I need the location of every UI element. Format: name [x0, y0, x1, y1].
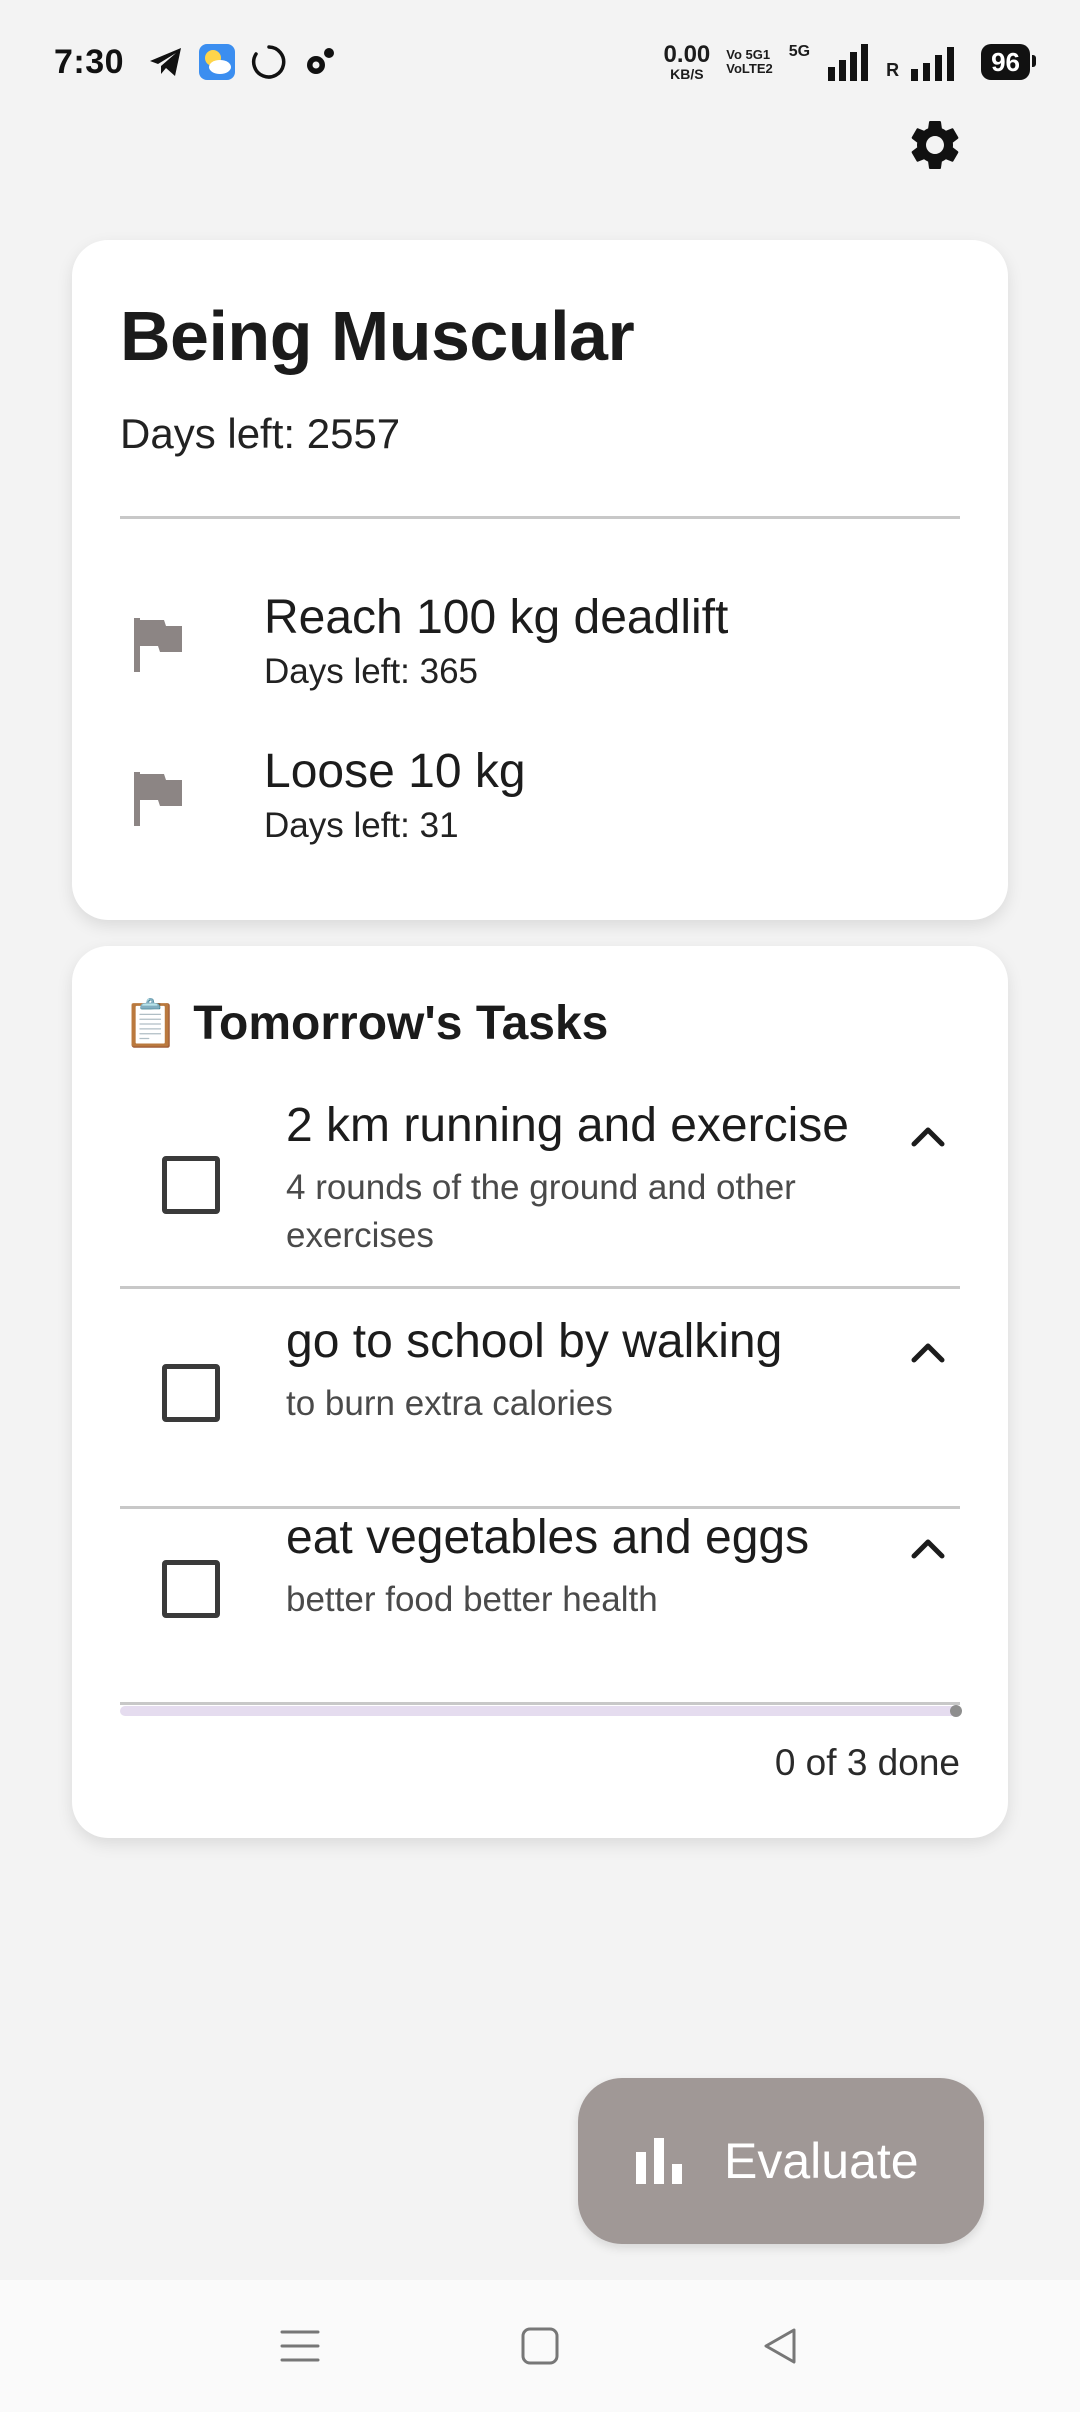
bar-chart-icon: [636, 2138, 682, 2184]
milestone-title: Reach 100 kg deadlift: [264, 591, 729, 644]
menu-icon: [280, 2330, 320, 2362]
tasks-title: Tomorrow's Tasks: [193, 997, 609, 1050]
status-right: 0.00 KB/S Vo 5G1 VoLTE2 5G R 96: [663, 41, 1036, 82]
milestone-days-left: Days left: 365: [264, 652, 478, 691]
sim1-network-label: 5G: [788, 43, 811, 60]
weather-icon: [199, 44, 236, 80]
tasks-progress-bar: [120, 1705, 962, 1717]
task-checkbox[interactable]: [162, 1364, 220, 1422]
divider: [120, 1506, 960, 1509]
back-triangle-icon: [764, 2328, 796, 2364]
milestone-days-left: Days left: 31: [264, 806, 459, 845]
task-checkbox[interactable]: [162, 1156, 220, 1214]
net-speed: 0.00 KB/S: [663, 41, 711, 82]
task-item[interactable]: go to school by walking to burn extra ca…: [120, 1314, 960, 1509]
chevron-up-icon[interactable]: [906, 1114, 950, 1158]
task-description: to burn extra calories: [286, 1384, 613, 1423]
signal-icon: [911, 47, 955, 81]
goal-days-left: Days left: 2557: [120, 410, 401, 457]
gear-icon: [911, 120, 959, 169]
task-title: go to school by walking: [286, 1315, 783, 1368]
chevron-up-icon[interactable]: [906, 1330, 950, 1374]
task-title: 2 km running and exercise: [286, 1099, 849, 1152]
task-item[interactable]: eat vegetables and eggs better food bett…: [120, 1510, 960, 1705]
telegram-icon: [150, 48, 182, 76]
volte-indicator: Vo 5G1 VoLTE2: [726, 48, 772, 75]
goal-title: Being Muscular: [120, 297, 635, 375]
divider: [120, 1702, 960, 1705]
task-item[interactable]: 2 km running and exercise 4 rounds of th…: [120, 1098, 960, 1289]
milestone-item[interactable]: Loose 10 kg Days left: 31: [120, 744, 960, 864]
roaming-label: R: [886, 60, 900, 80]
progress-end-dot: [950, 1705, 962, 1717]
settings-button[interactable]: [902, 112, 968, 178]
volte-top: Vo 5G1: [726, 47, 771, 63]
back-button[interactable]: [750, 2316, 810, 2376]
home-square-icon: [521, 2327, 559, 2365]
signal-icon: [828, 44, 869, 81]
flag-icon: [134, 618, 182, 672]
clipboard-icon: 📋: [122, 997, 180, 1049]
task-description: better food better health: [286, 1580, 658, 1619]
divider: [120, 1286, 960, 1289]
flag-icon: [134, 772, 182, 826]
chevron-up-icon[interactable]: [906, 1526, 950, 1570]
loading-ring-icon: [252, 45, 286, 79]
battery-indicator: 96: [981, 44, 1036, 80]
net-speed-unit: KB/S: [670, 66, 704, 82]
recents-button[interactable]: [270, 2316, 330, 2376]
net-speed-value: 0.00: [663, 41, 711, 68]
home-button[interactable]: [510, 2316, 570, 2376]
system-nav-bar: [0, 2280, 1080, 2412]
milestone-item[interactable]: Reach 100 kg deadlift Days left: 365: [120, 590, 960, 710]
evaluate-label: Evaluate: [724, 2133, 919, 2189]
tasks-header: 📋 Tomorrow's Tasks: [122, 996, 608, 1051]
notification-icons: [148, 43, 336, 81]
goal-card[interactable]: Being Muscular Days left: 2557 Reach 100…: [72, 240, 1008, 920]
tasks-card: 📋 Tomorrow's Tasks 2 km running and exer…: [72, 946, 1008, 1838]
task-checkbox[interactable]: [162, 1560, 220, 1618]
volte-bottom: VoLTE2: [726, 61, 773, 76]
status-time: 7:30: [54, 42, 125, 81]
progress-text: 0 of 3 done: [774, 1742, 960, 1783]
settings-small-icon: [307, 48, 335, 74]
status-bar: 7:30 0.00 KB/S Vo 5G1 VoLTE2 5G R 96: [0, 0, 1080, 124]
task-description: 4 rounds of the ground and other exercis…: [286, 1168, 796, 1255]
divider: [120, 516, 960, 519]
task-title: eat vegetables and eggs: [286, 1511, 810, 1564]
evaluate-button[interactable]: Evaluate: [578, 2078, 984, 2244]
milestone-title: Loose 10 kg: [264, 745, 526, 798]
